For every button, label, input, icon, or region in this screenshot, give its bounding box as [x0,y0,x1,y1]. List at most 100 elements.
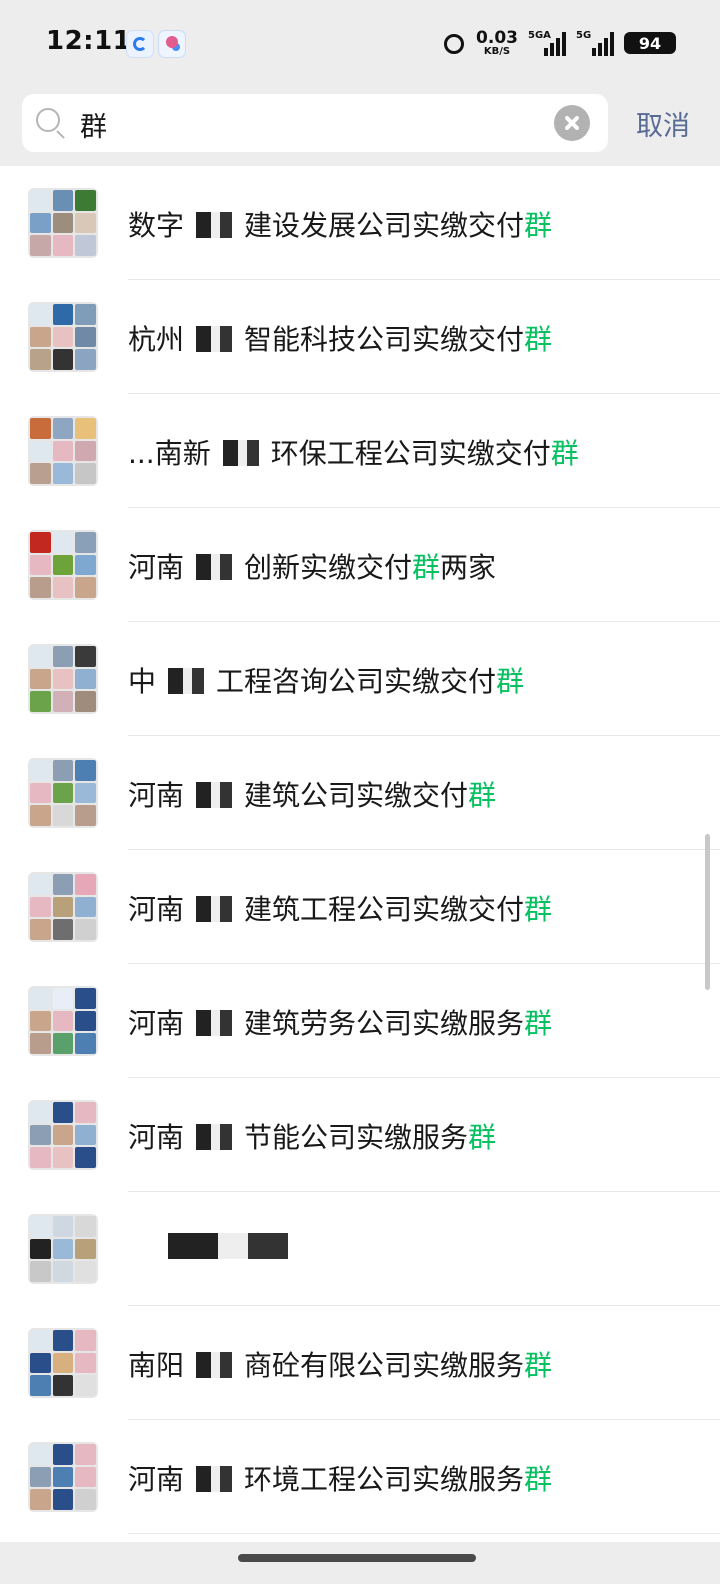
redaction-mask [184,212,245,238]
result-title: ...南新 环保工程公司实缴交付群 [128,432,579,472]
group-avatar [28,872,98,942]
result-item[interactable]: 数字 建设发展公司实缴交付群 [0,166,720,280]
cancel-button[interactable]: 取消 [636,104,690,143]
group-avatar [28,1100,98,1170]
search-results-list[interactable]: 数字 建设发展公司实缴交付群 杭州 智能科技公司实缴交付群 ...南新 环保工程公司实缴交… [0,166,720,1542]
group-avatar [28,1328,98,1398]
title-prefix: 河南 [128,1463,185,1496]
keyword-highlight: 群 [468,779,497,812]
network-speed-unit: KB/S [483,45,511,57]
clear-search-icon[interactable] [554,105,590,141]
divider [128,1533,720,1534]
keyword-highlight: 群 [524,893,553,926]
title-prefix: 数字 [128,209,185,242]
result-item[interactable] [0,1192,720,1306]
status-indicators: 0.03 KB/S 5GA 5G 94 [442,26,676,60]
result-title: 河南 创新实缴交付群两家 [128,546,496,586]
title-prefix: 河南 [128,893,185,926]
result-title [128,1230,328,1263]
group-avatar [28,1214,98,1284]
redaction-mask [184,896,245,922]
keyword-highlight: 群 [468,1121,497,1154]
redaction-mask [184,1466,245,1492]
redaction-mask [184,554,245,580]
app-notification-icon [126,30,154,58]
title-suffix: 环保工程公司实缴交付 [270,437,551,470]
title-suffix: 建筑工程公司实缴交付 [244,893,525,926]
result-item[interactable]: 河南 建筑劳务公司实缴服务群 [0,964,720,1078]
result-item[interactable]: 中 工程咨询公司实缴交付群 [0,622,720,736]
result-title: 河南 建筑公司实缴交付群 [128,774,496,814]
status-bar: 12:11 0.03 KB/S 5GA 5G 94 [0,0,720,84]
scrollbar[interactable] [705,834,710,990]
result-item[interactable]: 河南 环境工程公司实缴服务群 [0,1420,720,1534]
title-suffix: 商砼有限公司实缴服务 [244,1349,525,1382]
redaction-mask [184,1124,245,1150]
result-title: 数字 建设发展公司实缴交付群 [128,204,552,244]
title-prefix: ...南新 [128,437,211,470]
title-suffix: 环境工程公司实缴服务 [244,1463,525,1496]
app-notification-icon-2 [158,30,186,58]
signal-label-1: 5GA [528,30,551,41]
result-item[interactable]: 河南 创新实缴交付群两家 [0,508,720,622]
title-suffix: 建设发展公司实缴交付 [244,209,525,242]
result-item[interactable]: 南阳 商砼有限公司实缴服务群 [0,1306,720,1420]
redaction-mask [184,782,245,808]
keyword-highlight: 群 [412,551,441,584]
redaction-mask [184,1352,245,1378]
keyword-highlight: 群 [550,437,579,470]
result-item[interactable]: ...南新 环保工程公司实缴交付群 [0,394,720,508]
search-query[interactable]: 群 [80,105,107,144]
keyword-highlight: 群 [524,1349,553,1382]
search-icon [36,108,60,132]
title-prefix: 河南 [128,1007,185,1040]
keyword-highlight: 群 [524,1463,553,1496]
title-tail: 两家 [440,551,497,584]
redaction-mask [184,326,245,352]
network-speed: 0.03 KB/S [476,27,518,57]
redaction-mask [184,1010,245,1036]
result-item[interactable]: 河南 建筑工程公司实缴交付群 [0,850,720,964]
search-input[interactable]: 群 [22,94,608,152]
signal-5g-icon: 5G [576,30,614,56]
keyword-highlight: 群 [524,209,553,242]
redaction-mask [128,1233,328,1259]
result-title: 河南 环境工程公司实缴服务群 [128,1458,552,1498]
search-header: 群 取消 [0,84,720,166]
keyword-highlight: 群 [496,665,525,698]
signal-5ga-icon: 5GA [528,30,566,56]
group-avatar [28,986,98,1056]
redaction-mask [156,668,217,694]
result-item[interactable]: 河南 建筑公司实缴交付群 [0,736,720,850]
keyword-highlight: 群 [524,323,553,356]
alarm-icon [442,31,466,55]
title-suffix: 智能科技公司实缴交付 [244,323,525,356]
group-avatar [28,644,98,714]
result-title: 杭州 智能科技公司实缴交付群 [128,318,552,358]
title-prefix: 南阳 [128,1349,185,1382]
title-prefix: 河南 [128,551,185,584]
title-suffix: 建筑公司实缴交付 [244,779,469,812]
keyword-highlight: 群 [524,1007,553,1040]
title-prefix: 河南 [128,1121,185,1154]
title-prefix: 杭州 [128,323,185,356]
title-prefix: 中 [128,665,157,698]
group-avatar [28,1442,98,1512]
result-item[interactable]: 杭州 智能科技公司实缴交付群 [0,280,720,394]
result-title: 南阳 商砼有限公司实缴服务群 [128,1344,552,1384]
result-title: 中 工程咨询公司实缴交付群 [128,660,524,700]
title-suffix: 建筑劳务公司实缴服务 [244,1007,525,1040]
group-avatar [28,530,98,600]
navigation-bar [0,1542,720,1584]
result-title: 河南 节能公司实缴服务群 [128,1116,496,1156]
home-indicator[interactable] [238,1554,476,1562]
title-suffix: 创新实缴交付 [244,551,413,584]
title-suffix: 节能公司实缴服务 [244,1121,469,1154]
title-prefix: 河南 [128,779,185,812]
result-item[interactable]: 河南 节能公司实缴服务群 [0,1078,720,1192]
result-title: 河南 建筑劳务公司实缴服务群 [128,1002,552,1042]
status-time: 12:11 [46,26,132,56]
result-title: 河南 建筑工程公司实缴交付群 [128,888,552,928]
network-speed-value: 0.03 [476,27,518,48]
redaction-mask [210,440,271,466]
